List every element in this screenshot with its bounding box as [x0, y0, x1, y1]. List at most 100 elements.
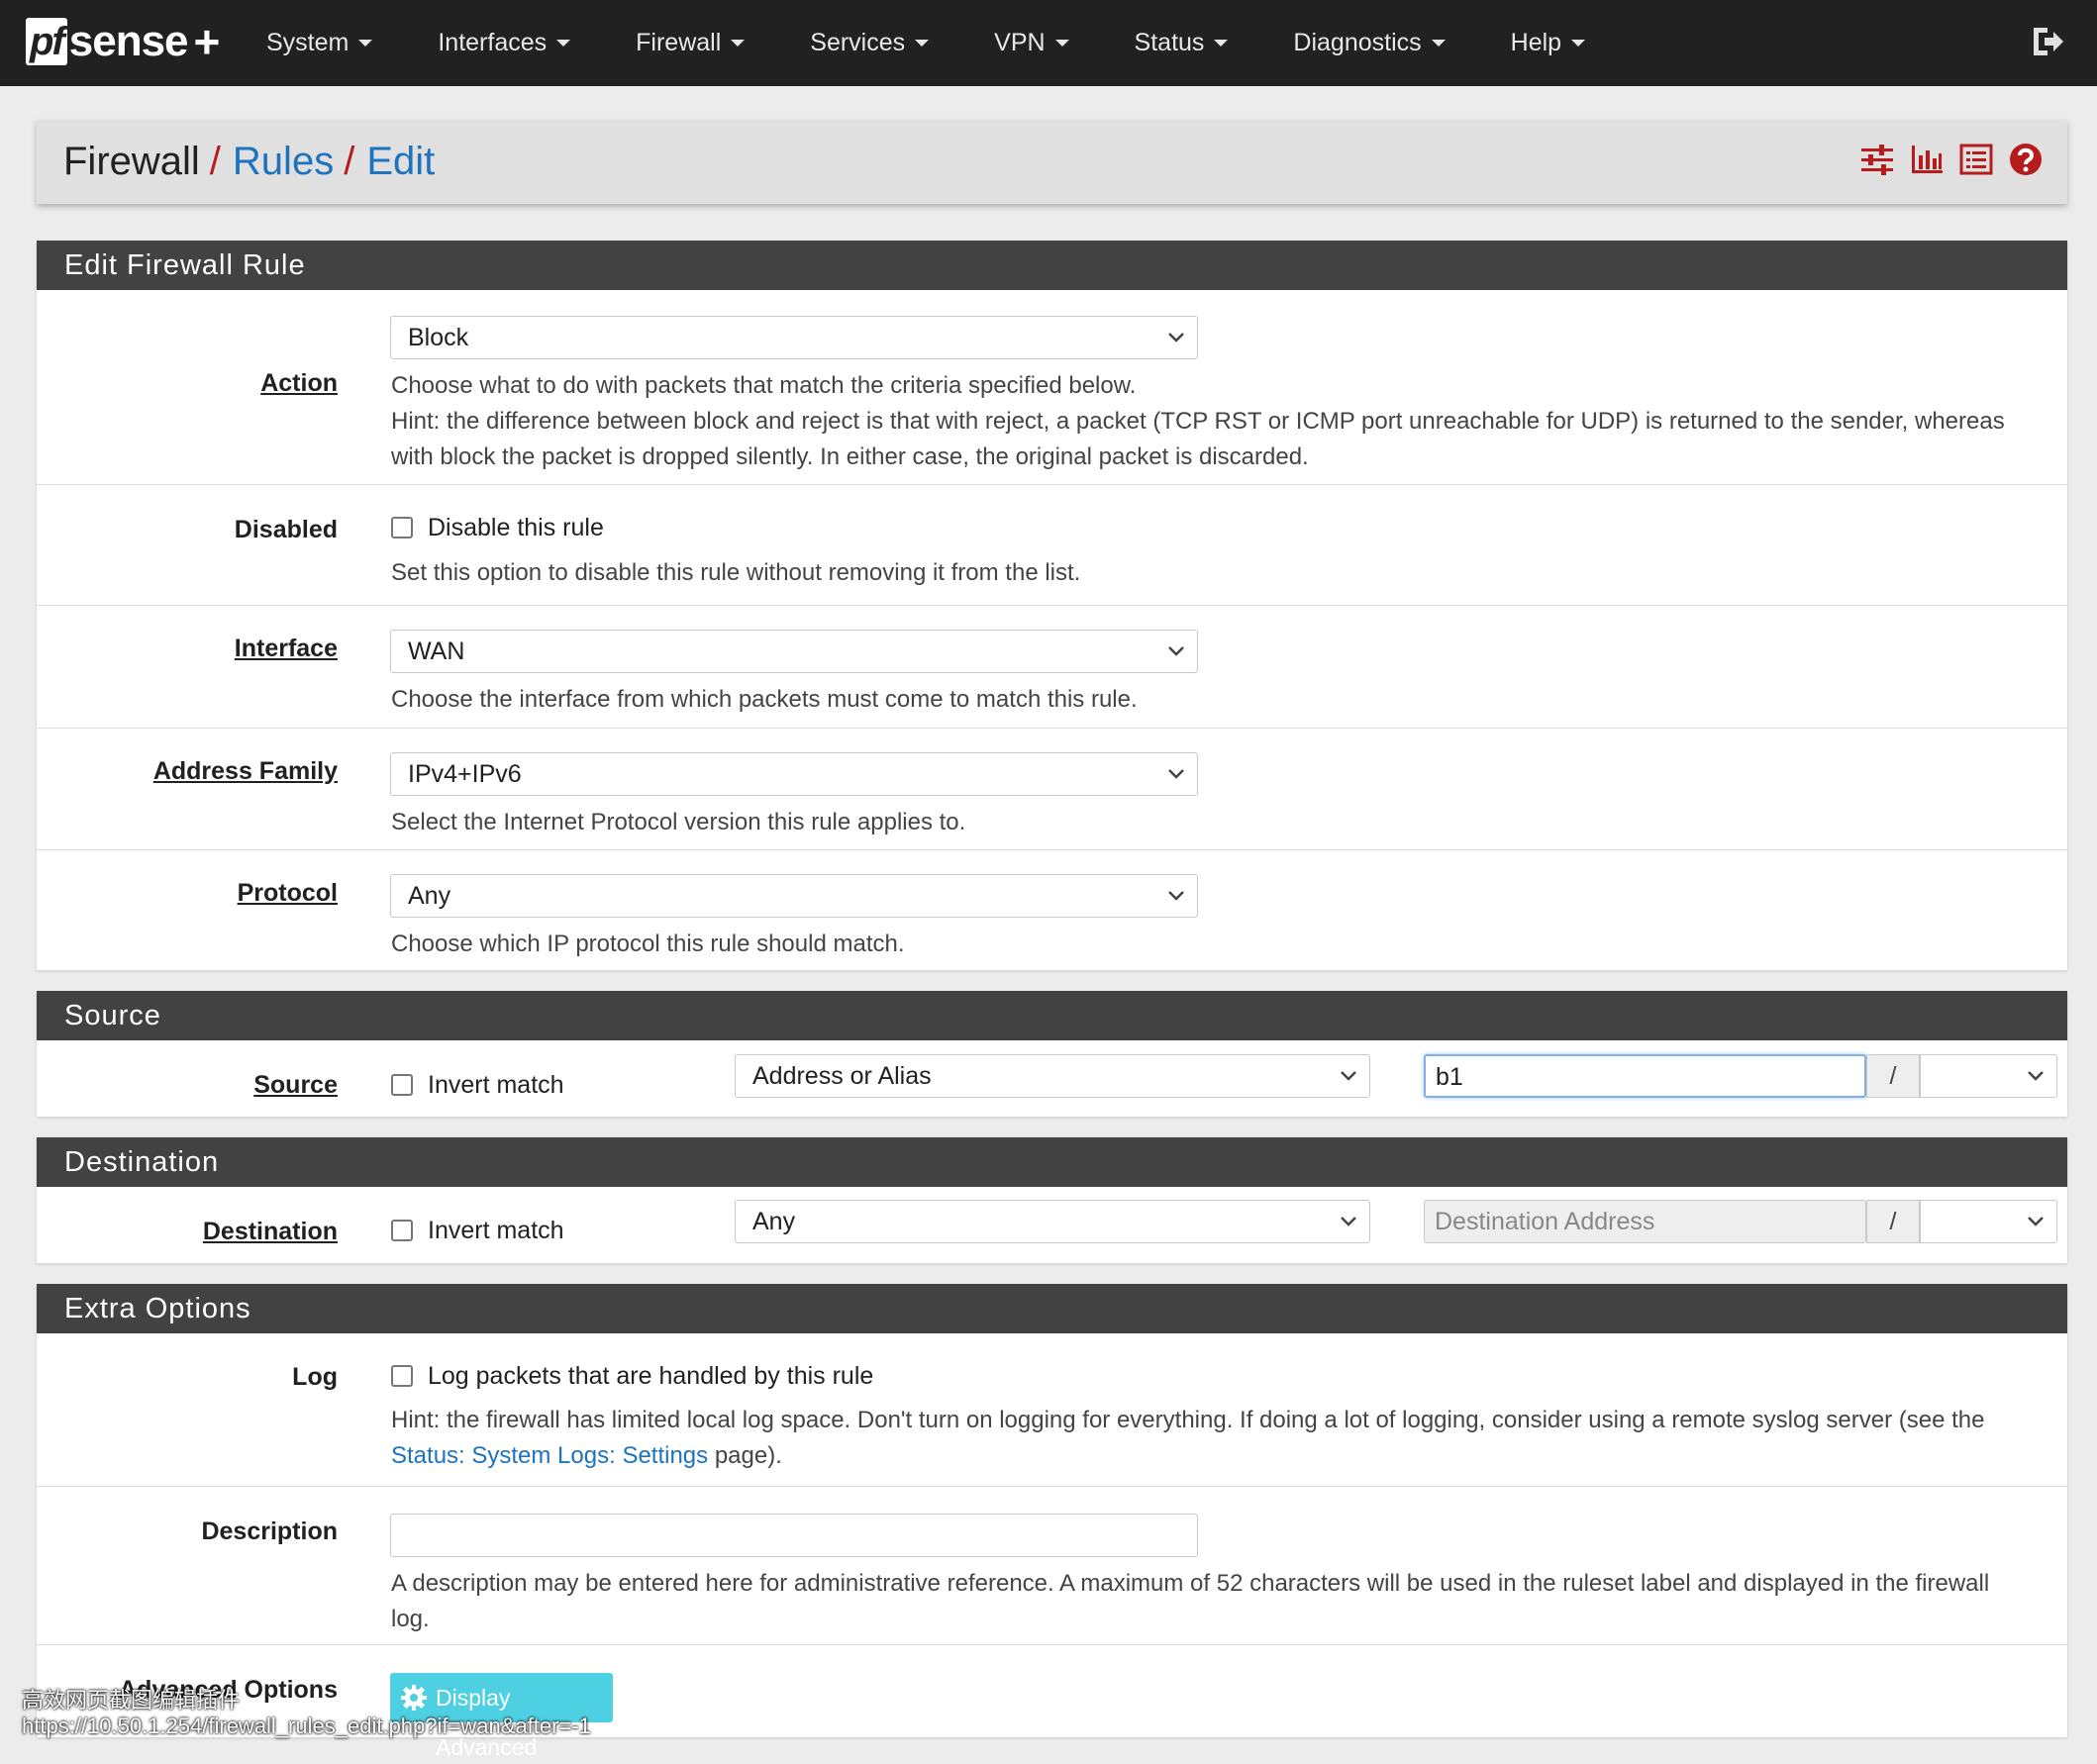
menu-help[interactable]: Help: [1510, 29, 1586, 57]
menu-system[interactable]: System: [266, 29, 373, 57]
interface-select[interactable]: WAN: [390, 630, 1198, 673]
caret-down-icon: [1054, 40, 1069, 47]
description-input[interactable]: [390, 1514, 1198, 1557]
breadcrumb-edit-link[interactable]: Edit: [366, 140, 435, 184]
source-address-value: b1: [1436, 1063, 1463, 1091]
description-help: A description may be entered here for ad…: [391, 1566, 1989, 1637]
menu-label: Help: [1510, 29, 1562, 56]
caret-down-icon: [731, 40, 746, 47]
log-help-line: Status: System Logs: Settings page).: [391, 1438, 1984, 1474]
protocol-value: Any: [408, 882, 451, 910]
breadcrumb-separator: /: [344, 140, 355, 183]
source-label[interactable]: Source: [253, 1071, 338, 1100]
panel-title: Destination: [37, 1137, 2067, 1187]
breadcrumb-rules-link[interactable]: Rules: [233, 140, 334, 184]
source-slash: /: [1866, 1054, 1920, 1098]
disable-rule-checkbox[interactable]: [391, 517, 413, 539]
menu-interfaces[interactable]: Interfaces: [438, 29, 571, 57]
log-checkbox-text[interactable]: Log packets that are handled by this rul…: [428, 1362, 873, 1391]
panel-title: Edit Firewall Rule: [37, 241, 2067, 290]
source-type-value: Address or Alias: [752, 1062, 932, 1090]
menu-firewall[interactable]: Firewall: [636, 29, 746, 57]
action-label[interactable]: Action: [260, 369, 338, 398]
logout-icon[interactable]: [2028, 22, 2067, 61]
protocol-select[interactable]: Any: [390, 874, 1198, 918]
action-help-line: Choose what to do with packets that matc…: [391, 372, 1137, 399]
bar-chart-icon[interactable]: [1909, 142, 1945, 177]
top-navbar: pf sense + System Interfaces Firewall Se…: [0, 0, 2097, 86]
menu-label: Firewall: [636, 29, 722, 56]
source-address-input[interactable]: b1: [1424, 1054, 1866, 1098]
destination-label[interactable]: Destination: [203, 1218, 338, 1246]
address-family-value: IPv4+IPv6: [408, 760, 522, 788]
protocol-label[interactable]: Protocol: [238, 879, 338, 908]
action-help-line: Hint: the difference between block and r…: [391, 408, 2005, 435]
chevron-down-icon: [1168, 769, 1184, 779]
chevron-down-icon: [1341, 1217, 1356, 1226]
menu-label: Interfaces: [438, 29, 548, 56]
caret-down-icon: [1571, 40, 1586, 47]
destination-type-select[interactable]: Any: [735, 1200, 1370, 1243]
menu-label: Services: [810, 29, 906, 56]
logo-sense: sense: [68, 17, 189, 65]
destination-invert-checkbox[interactable]: [391, 1220, 413, 1241]
destination-invert-text[interactable]: Invert match: [428, 1217, 564, 1245]
breadcrumb: Firewall / Rules / Edit: [37, 120, 2067, 204]
menu-services[interactable]: Services: [810, 29, 930, 57]
chevron-down-icon: [1341, 1071, 1356, 1081]
destination-address-input[interactable]: Destination Address: [1424, 1200, 1866, 1243]
source-mask-select[interactable]: [1920, 1054, 2057, 1098]
menu-label: Status: [1134, 29, 1205, 56]
log-help: Hint: the firewall has limited local log…: [391, 1403, 1984, 1474]
chevron-down-icon: [1168, 891, 1184, 901]
screenshot-plugin-label: 高效网页截图编辑插件: [22, 1688, 241, 1713]
address-family-select[interactable]: IPv4+IPv6: [390, 752, 1198, 796]
caret-down-icon: [1214, 40, 1229, 47]
interface-help: Choose the interface from which packets …: [391, 686, 1138, 713]
source-invert-text[interactable]: Invert match: [428, 1071, 564, 1100]
gear-icon: [401, 1685, 427, 1711]
source-invert-checkbox[interactable]: [391, 1074, 413, 1096]
panel-title: Source: [37, 991, 2067, 1040]
destination-mask-select[interactable]: [1920, 1200, 2057, 1243]
log-label: Log: [292, 1363, 338, 1391]
sliders-icon[interactable]: [1859, 142, 1895, 177]
log-help-line: Hint: the firewall has limited local log…: [391, 1407, 1985, 1433]
list-icon[interactable]: [1958, 142, 1994, 177]
log-help-end: page).: [708, 1442, 782, 1469]
help-icon[interactable]: [2008, 142, 2044, 177]
log-checkbox[interactable]: [391, 1365, 413, 1387]
description-help-line: A description may be entered here for ad…: [391, 1570, 1990, 1597]
disable-rule-text[interactable]: Disable this rule: [428, 514, 604, 542]
system-logs-settings-link[interactable]: Status: System Logs: Settings: [391, 1442, 708, 1469]
menu-status[interactable]: Status: [1135, 29, 1229, 57]
address-family-help: Select the Internet Protocol version thi…: [391, 809, 966, 835]
address-family-label[interactable]: Address Family: [153, 757, 338, 786]
action-help-line: with block the packet is dropped silentl…: [391, 443, 1309, 470]
interface-label[interactable]: Interface: [235, 635, 338, 663]
action-select[interactable]: Block: [390, 316, 1198, 359]
menu-label: Diagnostics: [1293, 29, 1422, 56]
destination-address-placeholder: Destination Address: [1435, 1208, 1655, 1235]
source-type-select[interactable]: Address or Alias: [735, 1054, 1370, 1098]
destination-slash: /: [1866, 1200, 1920, 1243]
status-url: https://10.50.1.254/firewall_rules_edit.…: [22, 1714, 591, 1738]
pfsense-logo[interactable]: pf sense +: [26, 14, 220, 69]
action-value: Block: [408, 324, 469, 351]
logo-plus: +: [193, 16, 221, 67]
menu-label: System: [266, 29, 350, 56]
breadcrumb-separator: /: [209, 140, 221, 183]
description-label: Description: [201, 1518, 338, 1545]
main-menu: System Interfaces Firewall Services VPN …: [248, 0, 1586, 86]
menu-label: VPN: [994, 29, 1046, 56]
destination-type-value: Any: [752, 1208, 796, 1235]
chevron-down-icon: [2028, 1071, 2044, 1081]
menu-diagnostics[interactable]: Diagnostics: [1293, 29, 1446, 57]
chevron-down-icon: [2028, 1217, 2044, 1226]
extra-options-panel: Extra Options: [37, 1284, 2067, 1737]
breadcrumb-firewall: Firewall: [63, 140, 200, 183]
chevron-down-icon: [1168, 333, 1184, 343]
action-help: Choose what to do with packets that matc…: [391, 368, 2005, 475]
logo-pf: pf: [26, 18, 67, 65]
menu-vpn[interactable]: VPN: [994, 29, 1069, 57]
